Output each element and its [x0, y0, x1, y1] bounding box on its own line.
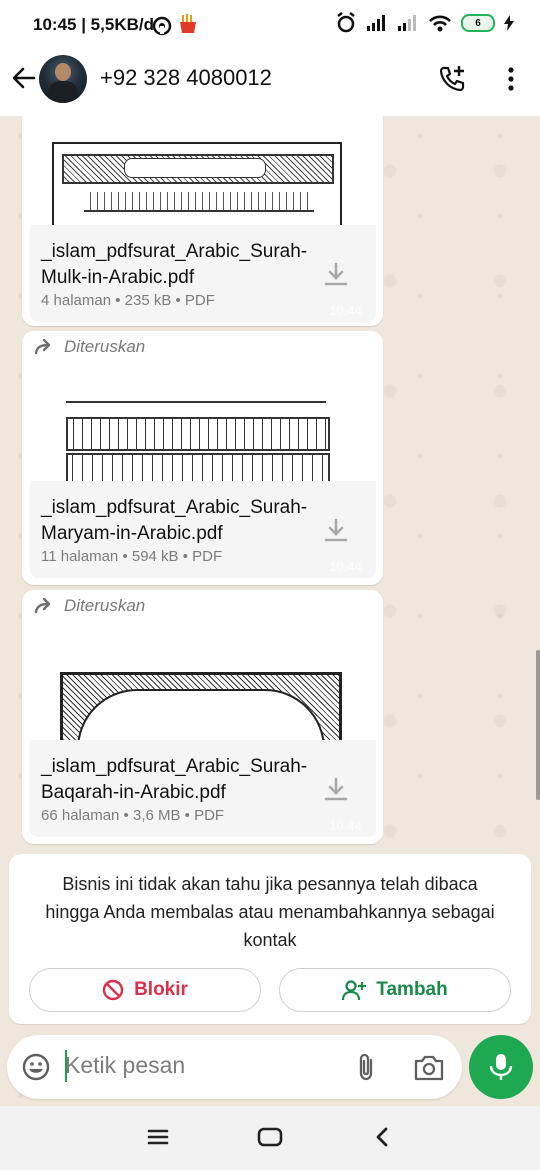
- charging-icon: [504, 15, 514, 31]
- block-label: Blokir: [134, 979, 188, 1000]
- business-notice: Bisnis ini tidak akan tahu jika pesannya…: [9, 854, 531, 1024]
- file-meta: 4 halaman • 235 kB • PDF: [41, 292, 215, 309]
- more-options-icon[interactable]: [496, 64, 526, 94]
- file-info[interactable]: _islam_pdfsurat_Arabic_Surah-Mulk-in-Ara…: [30, 225, 376, 322]
- pdf-page-preview: [60, 672, 342, 740]
- file-name: _islam_pdfsurat_Arabic_Surah-Baqarah-in-…: [41, 756, 308, 803]
- notice-text: Bisnis ini tidak akan tahu jika pesannya…: [45, 874, 495, 950]
- file-meta: 11 halaman • 594 kB • PDF: [41, 548, 223, 565]
- status-bar: 10:45 | 5,5KB/d 6: [0, 0, 540, 50]
- battery-indicator: 6: [461, 14, 495, 32]
- signal-icon-2: [398, 15, 416, 31]
- block-button[interactable]: Blokir: [29, 968, 261, 1012]
- nav-back-icon[interactable]: [372, 1126, 392, 1148]
- back-arrow-icon[interactable]: [10, 64, 38, 92]
- file-info[interactable]: _islam_pdfsurat_Arabic_Surah-Maryam-in-A…: [30, 481, 376, 578]
- block-icon: [102, 979, 124, 1001]
- message-input[interactable]: Ketik pesan: [65, 1052, 185, 1079]
- file-info[interactable]: _islam_pdfsurat_Arabic_Surah-Baqarah-in-…: [30, 740, 376, 837]
- emoji-icon[interactable]: [22, 1053, 50, 1081]
- alarm-icon: [337, 12, 355, 33]
- message-time: 10.44: [329, 303, 362, 318]
- message-input-bar[interactable]: Ketik pesan: [7, 1035, 462, 1099]
- pdf-thumbnail[interactable]: [30, 624, 376, 740]
- forwarded-label: Diteruskan: [34, 596, 145, 616]
- add-call-icon[interactable]: [437, 64, 467, 94]
- attachment-icon[interactable]: [352, 1052, 380, 1082]
- status-time: 10:45 | 5,5KB/d: [33, 15, 154, 34]
- forwarded-label: Diteruskan: [34, 337, 145, 357]
- wifi-icon: [429, 15, 451, 32]
- home-icon[interactable]: [256, 1126, 284, 1148]
- file-name: _islam_pdfsurat_Arabic_Surah-Mulk-in-Ara…: [41, 241, 308, 288]
- message-bubble[interactable]: _islam_pdfsurat_Arabic_Surah-Mulk-in-Ara…: [22, 106, 383, 326]
- message-bubble[interactable]: Diteruskan _islam_pdfsurat_Arabic_Surah-…: [22, 590, 383, 844]
- forwarded-icon: [34, 339, 51, 355]
- message-time: 10.44: [329, 818, 362, 833]
- message-time: 10.44: [329, 559, 362, 574]
- scrollbar[interactable]: [536, 650, 540, 800]
- pdf-thumbnail[interactable]: [30, 122, 376, 229]
- add-person-icon: [342, 980, 367, 1001]
- pdf-page-preview: [56, 401, 336, 481]
- microphone-icon: [489, 1054, 513, 1080]
- add-contact-button[interactable]: Tambah: [279, 968, 511, 1012]
- download-icon[interactable]: [322, 517, 350, 545]
- system-nav-bar: [0, 1106, 540, 1170]
- message-bubble[interactable]: Diteruskan _islam_pdfsurat_Arabic_Surah-…: [22, 331, 383, 585]
- forwarded-icon: [34, 598, 51, 614]
- camera-icon[interactable]: [413, 1054, 445, 1082]
- hotspot-icon: [152, 16, 172, 36]
- file-meta: 66 halaman • 3,6 MB • PDF: [41, 807, 225, 824]
- recent-apps-icon[interactable]: [146, 1127, 170, 1147]
- voice-message-button[interactable]: [469, 1035, 533, 1099]
- signal-icon-1: [367, 15, 385, 31]
- pdf-thumbnail[interactable]: [30, 365, 376, 481]
- add-label: Tambah: [376, 979, 448, 1000]
- pdf-page-preview: [52, 142, 342, 229]
- avatar[interactable]: [39, 55, 87, 103]
- download-icon[interactable]: [322, 261, 350, 289]
- file-name: _islam_pdfsurat_Arabic_Surah-Maryam-in-A…: [41, 497, 308, 544]
- fries-icon: [180, 14, 196, 33]
- contact-name[interactable]: +92 328 4080012: [100, 65, 272, 91]
- download-icon[interactable]: [322, 776, 350, 804]
- status-icons: 6: [335, 12, 514, 34]
